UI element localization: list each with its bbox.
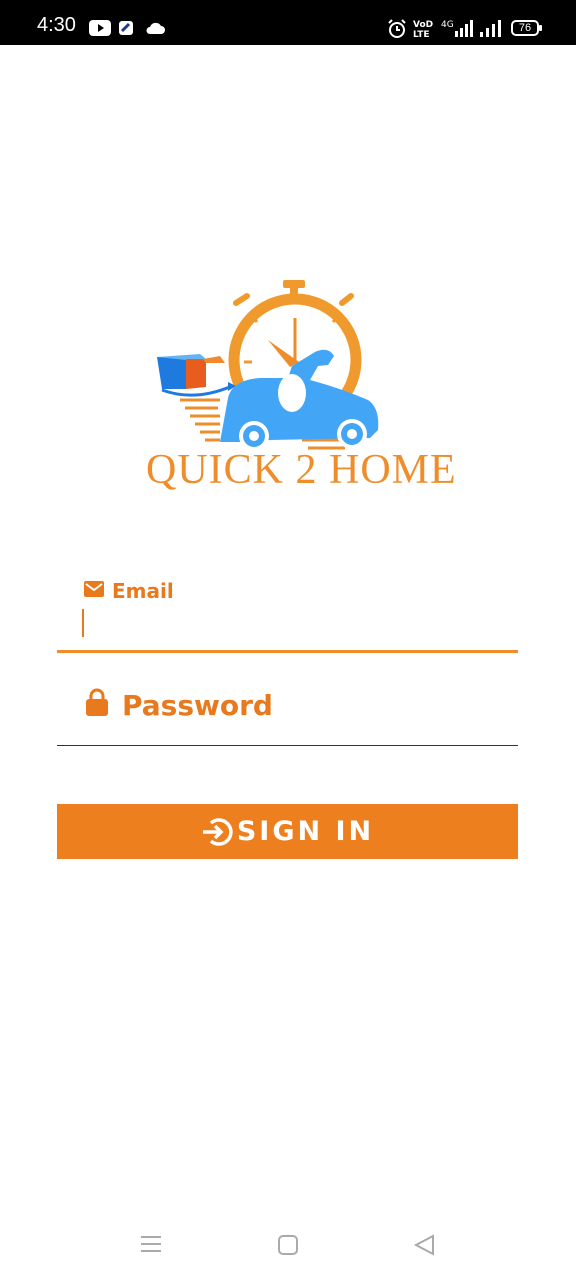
status-time: 4:30 bbox=[37, 14, 76, 36]
signal-4g-icon: 4G bbox=[441, 20, 473, 37]
navigation-bar bbox=[0, 1210, 576, 1280]
sign-in-label: SIGN IN bbox=[236, 816, 375, 847]
email-input[interactable] bbox=[82, 609, 84, 637]
app-icon bbox=[119, 21, 133, 35]
sign-in-button[interactable]: SIGN IN bbox=[57, 804, 518, 859]
home-icon[interactable] bbox=[277, 1234, 299, 1256]
volte-icon: VoD LTE bbox=[413, 20, 433, 38]
email-underline bbox=[57, 650, 518, 653]
password-field[interactable]: Password bbox=[122, 689, 273, 722]
battery-level: 76 bbox=[518, 22, 532, 34]
login-icon bbox=[202, 817, 233, 846]
youtube-icon bbox=[89, 20, 111, 36]
email-label: Email bbox=[112, 579, 174, 603]
logo-text: QUICK 2 HOME bbox=[146, 447, 457, 493]
alarm-icon bbox=[388, 19, 406, 38]
svg-text:VoD: VoD bbox=[413, 20, 433, 30]
signal-icon bbox=[480, 20, 501, 37]
back-icon[interactable] bbox=[413, 1234, 435, 1256]
cloud-icon bbox=[146, 22, 165, 34]
svg-text:4G: 4G bbox=[441, 20, 454, 30]
battery-icon: 76 bbox=[511, 20, 543, 36]
status-bar: 4:30 VoD LTE 4G 76 bbox=[0, 0, 576, 45]
email-icon bbox=[84, 581, 104, 597]
svg-text:LTE: LTE bbox=[413, 30, 430, 38]
menu-icon[interactable] bbox=[140, 1234, 162, 1254]
lock-icon bbox=[86, 688, 108, 716]
password-underline bbox=[57, 745, 518, 746]
